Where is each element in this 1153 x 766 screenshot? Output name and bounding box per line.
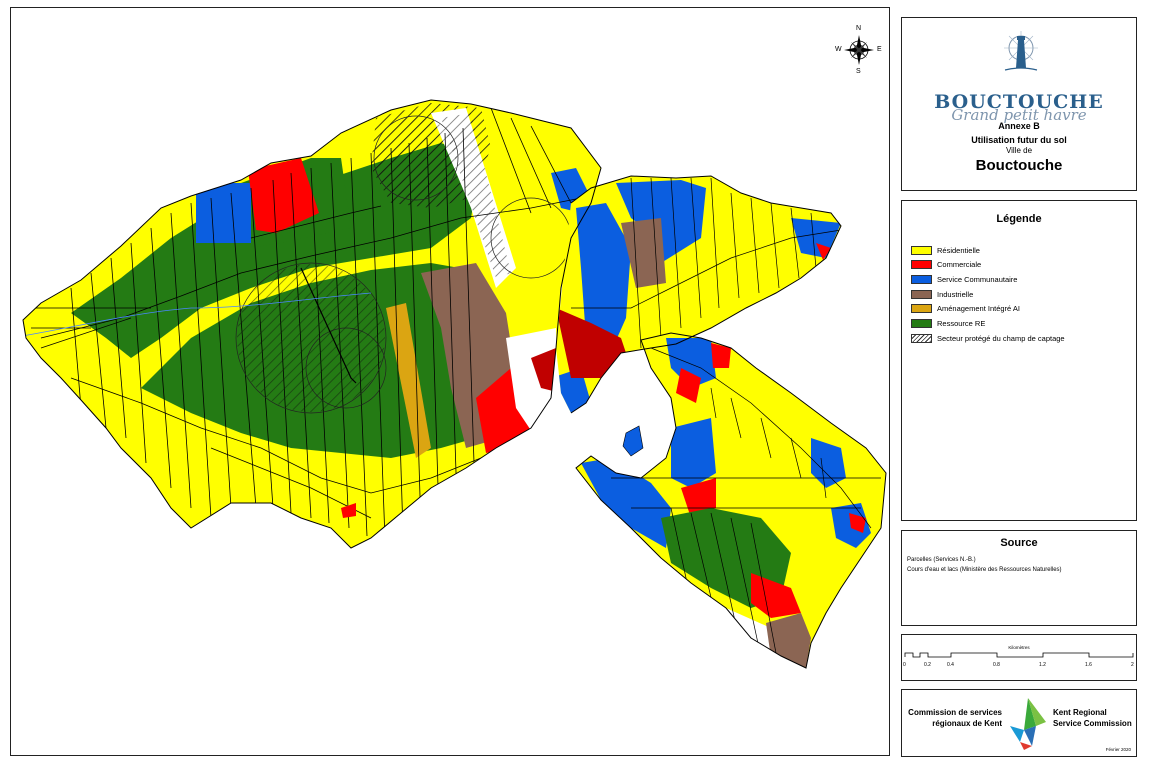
legend-list: Résidentielle Commerciale Service Commun… (911, 243, 1065, 346)
scale-tick: 0 (903, 662, 906, 668)
kent-commission-logo-icon (1010, 698, 1046, 750)
compass-e: E (877, 46, 882, 53)
scale-tick: 1.2 (1039, 662, 1046, 668)
scale-tick: 0.8 (993, 662, 1000, 668)
legend-box: Légende Résidentielle Commerciale Servic… (901, 200, 1137, 521)
map-date: Février 2020 (1105, 747, 1131, 752)
source-box: Source Parcelles (Services N.-B.) Cours … (901, 530, 1137, 626)
scale-tick: 2 (1131, 662, 1134, 668)
legend-item: Résidentielle (911, 243, 1065, 257)
org-name-fr: Commission de services régionaux de Kent (906, 707, 1002, 729)
source-title: Source (1000, 537, 1038, 549)
source-line: Parcelles (Services N.-B.) (907, 557, 976, 563)
org-fr-line: régionaux de Kent (932, 719, 1002, 728)
legend-label: Commerciale (937, 260, 982, 270)
scale-bar (904, 652, 1134, 658)
legend-swatch (911, 274, 932, 284)
compass-s: S (856, 68, 861, 75)
org-fr-line: Commission de services (908, 708, 1002, 717)
north-arrow (844, 35, 874, 65)
compass-n: N (856, 25, 862, 32)
scale-box: Kilomètres 0 0.2 0.4 0.8 1.2 1.6 2 (901, 634, 1137, 681)
town-name: Bouctouche (975, 157, 1063, 174)
land-use-map[interactable] (11, 8, 889, 755)
legend-swatch (911, 333, 932, 343)
org-name-en: Kent Regional Service Commission (1053, 707, 1137, 729)
legend-swatch (911, 304, 932, 314)
lighthouse-logo-icon (1004, 31, 1038, 71)
legend-item: Secteur protégé du champ de captage (911, 331, 1065, 345)
source-line: Cours d'eau et lacs (Ministère des Resso… (907, 567, 1062, 573)
legend-label: Secteur protégé du champ de captage (937, 333, 1065, 343)
ville-de-label: Ville de (1005, 146, 1033, 155)
org-box: Commission de services régionaux de Kent… (901, 689, 1137, 757)
source-lines: Parcelles (Services N.-B.) Cours d'eau e… (907, 555, 1062, 575)
annex-label: Annexe B (998, 121, 1040, 131)
legend-swatch (911, 245, 932, 255)
scale-tick: 1.6 (1085, 662, 1092, 668)
legend-label: Aménagement Intégré AI (937, 304, 1020, 314)
compass-w: W (835, 46, 842, 53)
map-subtitle: Utilisation futur du sol (971, 135, 1067, 145)
legend-swatch (911, 289, 932, 299)
legend-label: Ressource RE (937, 318, 986, 328)
org-en-line: Service Commission (1053, 719, 1132, 728)
legend-label: Service Communautaire (937, 274, 1018, 284)
legend-item: Aménagement Intégré AI (911, 302, 1065, 316)
legend-item: Commerciale (911, 258, 1065, 272)
legend-swatch (911, 260, 932, 270)
legend-swatch (911, 318, 932, 328)
east-landmass (576, 333, 886, 668)
title-box: BOUCTOUCHE Grand petit havre Annexe B Ut… (901, 17, 1137, 191)
map-frame: N S E W (10, 7, 890, 756)
scale-tick: 0.4 (947, 662, 954, 668)
legend-item: Service Communautaire (911, 272, 1065, 286)
legend-label: Résidentielle (937, 245, 980, 255)
org-en-line: Kent Regional (1053, 708, 1107, 717)
legend-item: Ressource RE (911, 316, 1065, 330)
island-blue (622, 425, 644, 457)
legend-item: Industrielle (911, 287, 1065, 301)
legend-label: Industrielle (937, 289, 974, 299)
legend-title: Légende (996, 213, 1042, 225)
scale-tick: 0.2 (924, 662, 931, 668)
